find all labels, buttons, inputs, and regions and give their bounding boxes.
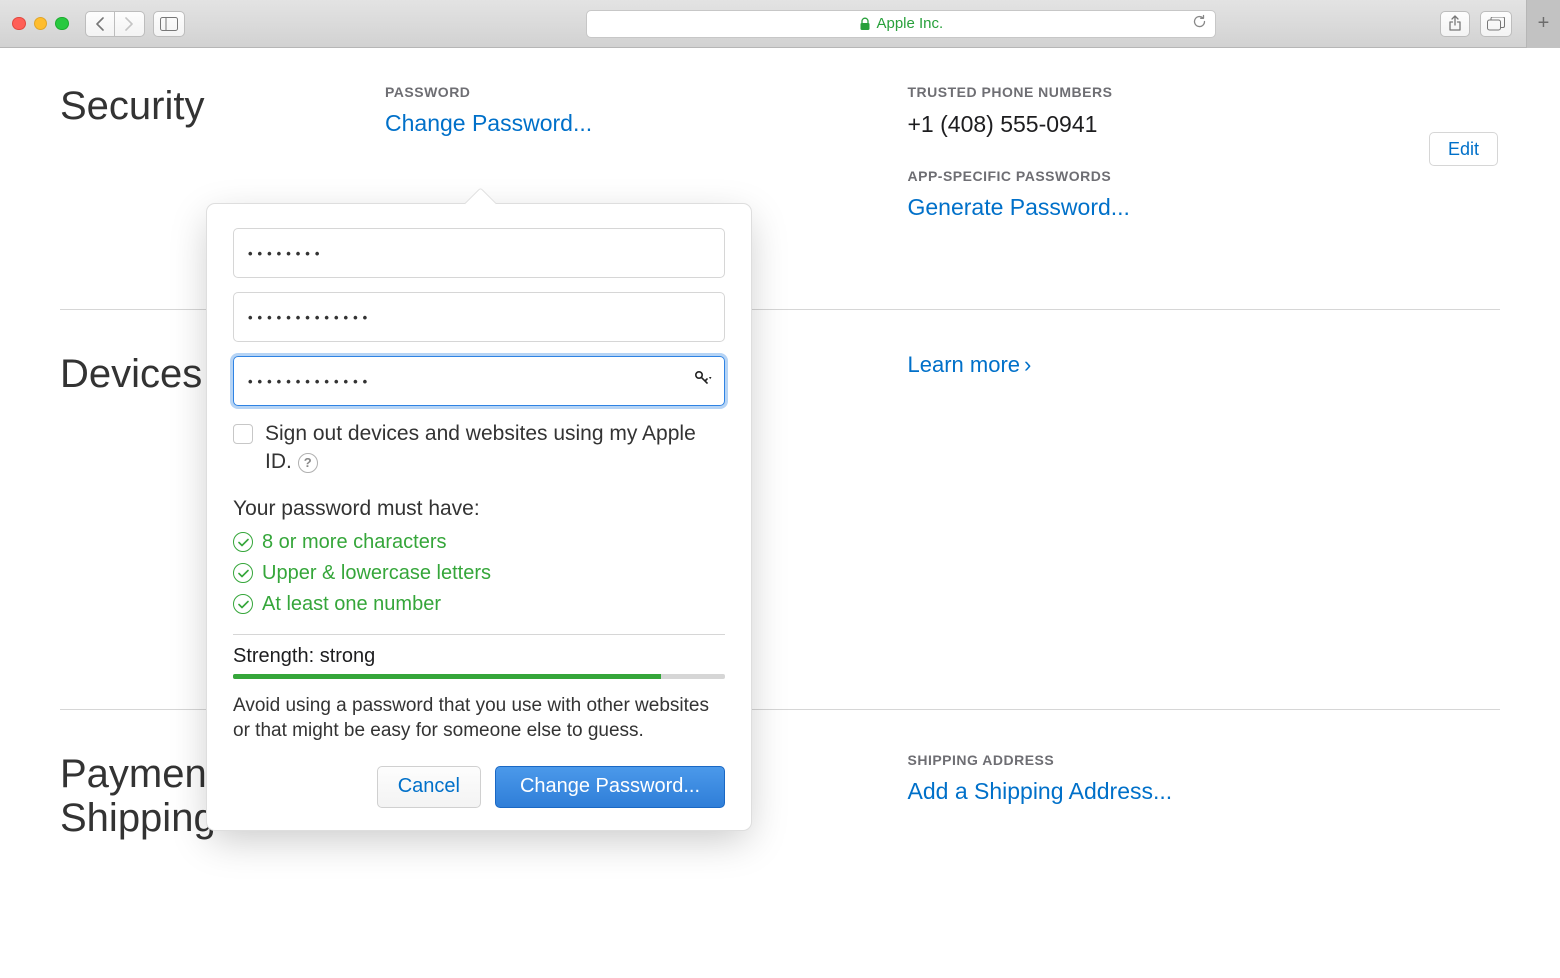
- edit-button[interactable]: Edit: [1429, 132, 1498, 166]
- strength-label: Strength: strong: [233, 645, 725, 668]
- trusted-phone-label: TRUSTED PHONE NUMBERS: [908, 84, 1411, 100]
- divider: [233, 634, 725, 635]
- password-label: PASSWORD: [385, 84, 888, 100]
- change-password-link[interactable]: Change Password...: [385, 110, 592, 138]
- new-password-input[interactable]: •••••••••••••: [233, 292, 725, 342]
- lock-icon: [859, 17, 871, 31]
- strength-meter: [233, 674, 725, 679]
- help-icon[interactable]: ?: [298, 453, 318, 473]
- minimize-window-button[interactable]: [34, 17, 48, 31]
- app-specific-label: APP-SPECIFIC PASSWORDS: [908, 168, 1411, 184]
- share-button[interactable]: [1440, 11, 1470, 37]
- window-controls: [12, 17, 69, 31]
- trusted-phone-value: +1 (408) 555-0941: [908, 110, 1411, 140]
- requirement-item: Upper & lowercase letters: [233, 562, 725, 585]
- check-circle-icon: [233, 563, 253, 583]
- check-circle-icon: [233, 532, 253, 552]
- forward-button[interactable]: [115, 11, 145, 37]
- cancel-button[interactable]: Cancel: [377, 766, 481, 808]
- browser-toolbar: Apple Inc. +: [0, 0, 1560, 48]
- add-shipping-link[interactable]: Add a Shipping Address...: [908, 778, 1173, 806]
- back-button[interactable]: [85, 11, 115, 37]
- signout-devices-label: Sign out devices and websites using my A…: [265, 420, 725, 477]
- change-password-popover: •••••••• ••••••••••••• ••••••••••••• Sig…: [206, 203, 752, 831]
- keychain-icon[interactable]: [694, 368, 712, 394]
- reload-button[interactable]: [1192, 14, 1207, 33]
- fullscreen-window-button[interactable]: [55, 17, 69, 31]
- generate-password-link[interactable]: Generate Password...: [908, 194, 1130, 222]
- requirement-item: At least one number: [233, 593, 725, 616]
- close-window-button[interactable]: [12, 17, 26, 31]
- requirements-title: Your password must have:: [233, 497, 725, 521]
- requirement-item: 8 or more characters: [233, 531, 725, 554]
- new-tab-button[interactable]: +: [1526, 0, 1560, 48]
- check-circle-icon: [233, 594, 253, 614]
- password-advice: Avoid using a password that you use with…: [233, 693, 725, 744]
- tabs-button[interactable]: [1480, 11, 1512, 37]
- site-name: Apple Inc.: [876, 15, 943, 32]
- address-bar[interactable]: Apple Inc.: [586, 10, 1216, 38]
- shipping-label: SHIPPING ADDRESS: [908, 752, 1411, 768]
- learn-more-link[interactable]: Learn more: [908, 352, 1032, 378]
- change-password-button[interactable]: Change Password...: [495, 766, 725, 808]
- confirm-password-input[interactable]: •••••••••••••: [233, 356, 725, 406]
- signout-devices-checkbox[interactable]: [233, 424, 253, 444]
- current-password-input[interactable]: ••••••••: [233, 228, 725, 278]
- sidebar-button[interactable]: [153, 11, 185, 37]
